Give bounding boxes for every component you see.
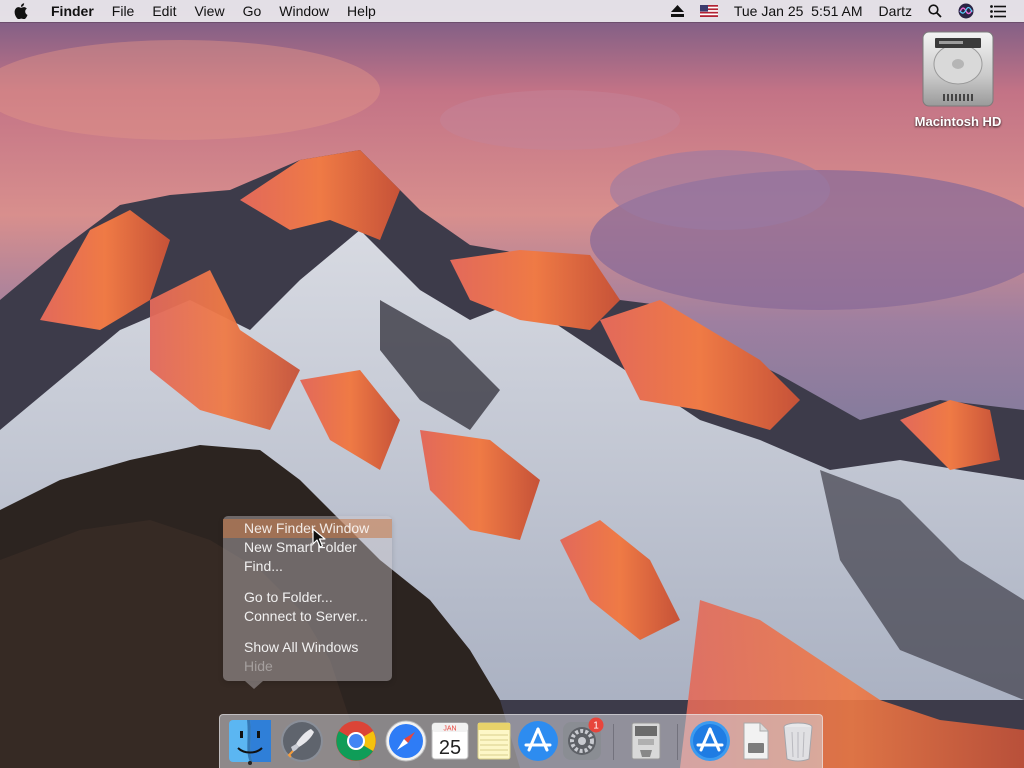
input-source-menu[interactable] — [692, 0, 726, 22]
badge-count: 1 — [593, 721, 599, 732]
launchpad-icon[interactable] — [278, 717, 326, 765]
disk-utility-icon[interactable] — [622, 717, 670, 765]
spotlight-button[interactable] — [920, 0, 950, 22]
menu-item-show-all-windows[interactable]: Show All Windows — [223, 638, 392, 657]
menu-view[interactable]: View — [185, 0, 233, 22]
menu-item-find[interactable]: Find... — [223, 557, 392, 576]
dock-separator — [613, 724, 614, 760]
desktop-wallpaper — [0, 0, 1024, 768]
menu-item-new-finder-window[interactable]: New Finder Window — [223, 519, 392, 538]
menu-item-go-to-folder[interactable]: Go to Folder... — [223, 588, 392, 607]
downloads-stack-icon[interactable] — [730, 717, 778, 765]
apple-icon — [14, 3, 28, 19]
app-menu-finder[interactable]: Finder — [42, 0, 103, 22]
dock-separator — [677, 724, 678, 760]
menu-item-connect-to-server[interactable]: Connect to Server... — [223, 607, 392, 626]
notification-center-icon — [990, 4, 1006, 18]
eject-menu[interactable] — [663, 0, 692, 22]
trash-icon[interactable] — [774, 717, 822, 765]
menu-separator — [223, 626, 392, 638]
menu-go[interactable]: Go — [234, 0, 271, 22]
finder-dock-menu: New Finder Window New Smart Folder Find.… — [223, 516, 392, 689]
desktop-icon-macintosh-hd[interactable]: Macintosh HD — [906, 30, 1010, 144]
hard-drive-icon — [922, 31, 994, 107]
desktop-icon-label: Macintosh HD — [914, 114, 1002, 129]
menu-window[interactable]: Window — [270, 0, 338, 22]
menu-edit[interactable]: Edit — [143, 0, 185, 22]
menu-help[interactable]: Help — [338, 0, 385, 22]
menu-file[interactable]: File — [103, 0, 144, 22]
finder-icon[interactable] — [226, 717, 274, 765]
clock[interactable]: Tue Jan 25 5:51 AM — [726, 0, 871, 22]
app-store-icon[interactable] — [514, 717, 562, 765]
chrome-icon[interactable] — [332, 717, 380, 765]
menu-item-hide: Hide — [244, 658, 273, 674]
calendar-icon[interactable]: JAN 25 — [426, 717, 474, 765]
notes-icon[interactable] — [470, 717, 518, 765]
notification-center-button[interactable] — [982, 0, 1014, 22]
notification-badge: 1 — [588, 717, 604, 733]
apple-menu[interactable] — [0, 0, 42, 22]
user-menu[interactable]: Dartz — [871, 0, 920, 22]
menu-item-new-smart-folder[interactable]: New Smart Folder — [223, 538, 392, 557]
finder-running-indicator — [248, 761, 252, 765]
mouse-cursor — [312, 528, 326, 548]
menu-bar: Finder File Edit View Go Window Help Tue… — [0, 0, 1024, 22]
spotlight-icon — [928, 4, 942, 18]
calendar-day: 25 — [439, 737, 461, 759]
wallpaper-mountains — [0, 0, 1024, 768]
siri-button[interactable] — [950, 0, 982, 22]
siri-icon — [958, 3, 974, 19]
eject-icon — [670, 5, 684, 17]
us-flag-icon — [699, 5, 718, 17]
applications-folder-icon[interactable] — [686, 717, 734, 765]
menu-separator — [223, 576, 392, 588]
calendar-month: JAN — [443, 726, 456, 733]
dock: JAN 25 1 — [219, 714, 823, 768]
safari-icon[interactable] — [382, 717, 430, 765]
